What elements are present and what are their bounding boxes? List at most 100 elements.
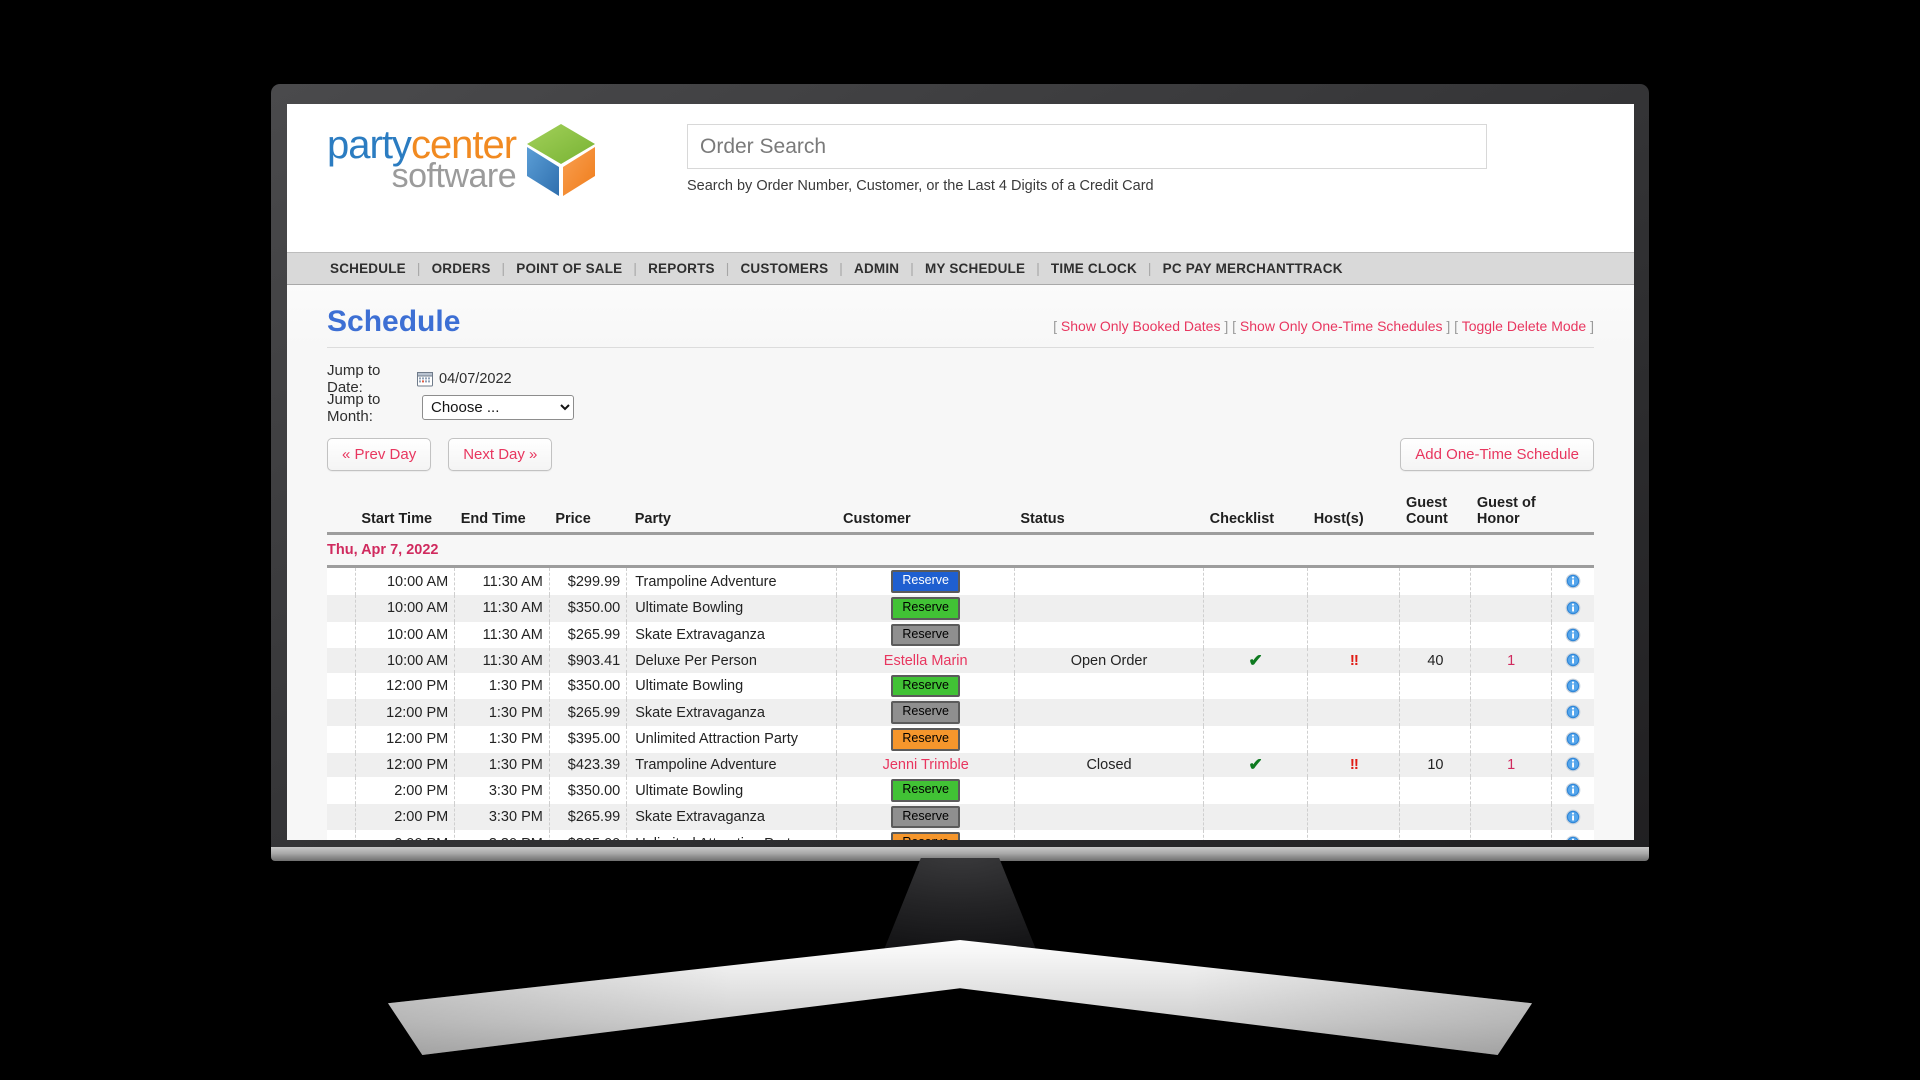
info-icon[interactable]: [1565, 835, 1581, 840]
app-page: partycenter software Order Search Search…: [287, 104, 1634, 840]
table-row[interactable]: 2:00 PM 3:30 PM $350.00 Ultimate Bowling Res…: [327, 777, 1594, 804]
info-icon[interactable]: [1565, 704, 1581, 720]
info-icon[interactable]: [1565, 756, 1581, 772]
cell-start-time: 10:00 AM: [355, 595, 456, 622]
th-price[interactable]: Price: [549, 493, 626, 534]
cell-info[interactable]: [1551, 622, 1594, 649]
cell-start-time: 12:00 PM: [355, 672, 456, 700]
th-status[interactable]: Status: [1014, 493, 1203, 534]
cell-info[interactable]: [1551, 830, 1594, 840]
link-show-only-one-time-schedules[interactable]: Show Only One-Time Schedules: [1240, 318, 1443, 334]
reserve-button[interactable]: Reserve: [891, 701, 960, 725]
nav-item-time-clock[interactable]: TIME CLOCK: [1051, 261, 1137, 276]
th-checklist[interactable]: Checklist: [1204, 493, 1308, 534]
table-row[interactable]: 12:00 PM 1:30 PM $265.99 Skate Extravaganza…: [327, 699, 1594, 727]
cell-party: Ultimate Bowling: [626, 595, 838, 622]
cell-guest-count: [1399, 699, 1472, 727]
info-icon[interactable]: [1565, 627, 1581, 643]
info-icon[interactable]: [1565, 678, 1581, 694]
cell-price: $299.99: [549, 566, 628, 596]
cell-info[interactable]: [1551, 648, 1594, 673]
reserve-button[interactable]: Reserve: [891, 728, 960, 751]
th-hosts[interactable]: Host(s): [1308, 493, 1400, 534]
nav-item-pc-pay-merchanttrack[interactable]: PC PAY MERCHANTTRACK: [1163, 261, 1343, 276]
cell-guest-count: [1399, 803, 1472, 831]
cell-guest-count: [1399, 566, 1472, 596]
link-show-only-booked-dates[interactable]: Show Only Booked Dates: [1061, 318, 1221, 334]
th-end-time[interactable]: End Time: [455, 493, 550, 534]
table-row[interactable]: 10:00 AM 11:30 AM $350.00 Ultimate Bowling R…: [327, 595, 1594, 622]
cell-info[interactable]: [1551, 804, 1594, 831]
nav-item-point-of-sale[interactable]: POINT OF SALE: [516, 261, 622, 276]
next-day-button[interactable]: Next Day »: [448, 438, 553, 471]
cell-guest-of-honor: [1470, 699, 1552, 727]
reserve-button[interactable]: Reserve: [891, 597, 960, 620]
calendar-icon[interactable]: [417, 371, 433, 387]
info-icon[interactable]: [1565, 731, 1581, 747]
nav-item-orders[interactable]: ORDERS: [432, 261, 491, 276]
info-icon[interactable]: [1565, 600, 1581, 616]
th-guest-of-honor[interactable]: Guest of Honor: [1471, 493, 1551, 534]
table-row[interactable]: 2:00 PM 3:30 PM $265.99 Skate Extravaganza R…: [327, 803, 1594, 831]
info-icon[interactable]: [1565, 652, 1581, 668]
cell-info[interactable]: [1551, 726, 1594, 753]
reserve-button[interactable]: Reserve: [891, 805, 960, 829]
table-row[interactable]: 10:00 AM 11:30 AM $903.41 Deluxe Per Person…: [327, 648, 1594, 673]
cell-info[interactable]: [1551, 595, 1594, 622]
search-input[interactable]: [687, 124, 1487, 169]
reserve-button[interactable]: Reserve: [891, 570, 960, 594]
cell-info[interactable]: [1551, 753, 1594, 778]
link-toggle-delete-mode[interactable]: Toggle Delete Mode: [1462, 318, 1587, 334]
th-guest-count[interactable]: Guest Count: [1400, 493, 1471, 534]
nav-separator: |: [910, 261, 914, 276]
cell-info[interactable]: [1551, 699, 1594, 726]
cell-end-time: 1:30 PM: [454, 752, 550, 778]
cell-customer: Estella Marin: [836, 648, 1015, 673]
nav-separator: |: [633, 261, 638, 276]
customer-name-link[interactable]: Estella Marin: [884, 653, 968, 669]
cell-price: $350.00: [549, 777, 628, 804]
table-row[interactable]: 2:00 PM3:30 PM$395.00Unlimited Attractio…: [327, 830, 1594, 840]
brand-logo[interactable]: partycenter software: [327, 120, 598, 198]
prev-day-button[interactable]: « Prev Day: [327, 438, 432, 471]
reserve-button[interactable]: Reserve: [891, 832, 960, 840]
cell-info[interactable]: [1551, 777, 1594, 804]
table-row[interactable]: 12:00 PM 1:30 PM $423.39 Trampoline Adventu…: [327, 752, 1594, 778]
table-row[interactable]: 10:00 AM 11:30 AM $299.99 Trampoline Advent…: [327, 566, 1594, 596]
cell-guest-count: [1399, 595, 1472, 622]
jump-to-date-value[interactable]: 04/07/2022: [439, 371, 512, 387]
cell-info[interactable]: [1551, 673, 1594, 700]
main-nav: SCHEDULE | ORDERS | POINT OF SALE | REPORTS | CU…: [287, 252, 1634, 285]
th-party[interactable]: Party: [627, 493, 837, 534]
info-icon[interactable]: [1565, 573, 1581, 589]
nav-item-reports[interactable]: REPORTS: [648, 261, 715, 276]
cell-guest-count: [1399, 830, 1472, 840]
nav-item-admin[interactable]: ADMIN: [854, 261, 899, 276]
row-spacer-cell: [327, 830, 356, 840]
th-customer[interactable]: Customer: [837, 493, 1014, 534]
nav-item-my-schedule[interactable]: MY SCHEDULE: [925, 261, 1025, 276]
table-row[interactable]: 10:00 AM 11:30 AM $265.99 Skate Extravaganz…: [327, 621, 1594, 649]
row-spacer-cell: [327, 699, 356, 727]
reserve-button[interactable]: Reserve: [891, 623, 960, 647]
bracket-close: ]: [1224, 318, 1229, 334]
info-icon[interactable]: [1565, 782, 1581, 798]
cell-status: [1014, 595, 1205, 622]
cell-price: $265.99: [549, 803, 628, 831]
nav-item-customers[interactable]: CUSTOMERS: [740, 261, 828, 276]
day-nav-row: « Prev Day Next Day » Add One-Time Sched…: [327, 438, 1594, 471]
th-start-time[interactable]: Start Time: [355, 493, 454, 534]
cell-customer: Reserve: [836, 830, 1015, 840]
table-row[interactable]: 12:00 PM 1:30 PM $395.00 Unlimited Attracti…: [327, 726, 1594, 753]
bracket-open: [: [1232, 318, 1237, 334]
add-one-time-schedule-button[interactable]: Add One-Time Schedule: [1400, 438, 1594, 471]
customer-name-link[interactable]: Jenni Trimble: [883, 757, 969, 773]
cell-info[interactable]: [1551, 567, 1594, 595]
info-icon[interactable]: [1565, 809, 1581, 825]
reserve-button[interactable]: Reserve: [891, 674, 960, 698]
nav-item-schedule[interactable]: SCHEDULE: [330, 261, 406, 276]
jump-to-month-select[interactable]: Choose ...: [422, 395, 574, 420]
cell-customer: Reserve: [836, 621, 1015, 649]
table-row[interactable]: 12:00 PM 1:30 PM $350.00 Ultimate Bowling Re…: [327, 672, 1594, 700]
reserve-button[interactable]: Reserve: [891, 779, 960, 802]
